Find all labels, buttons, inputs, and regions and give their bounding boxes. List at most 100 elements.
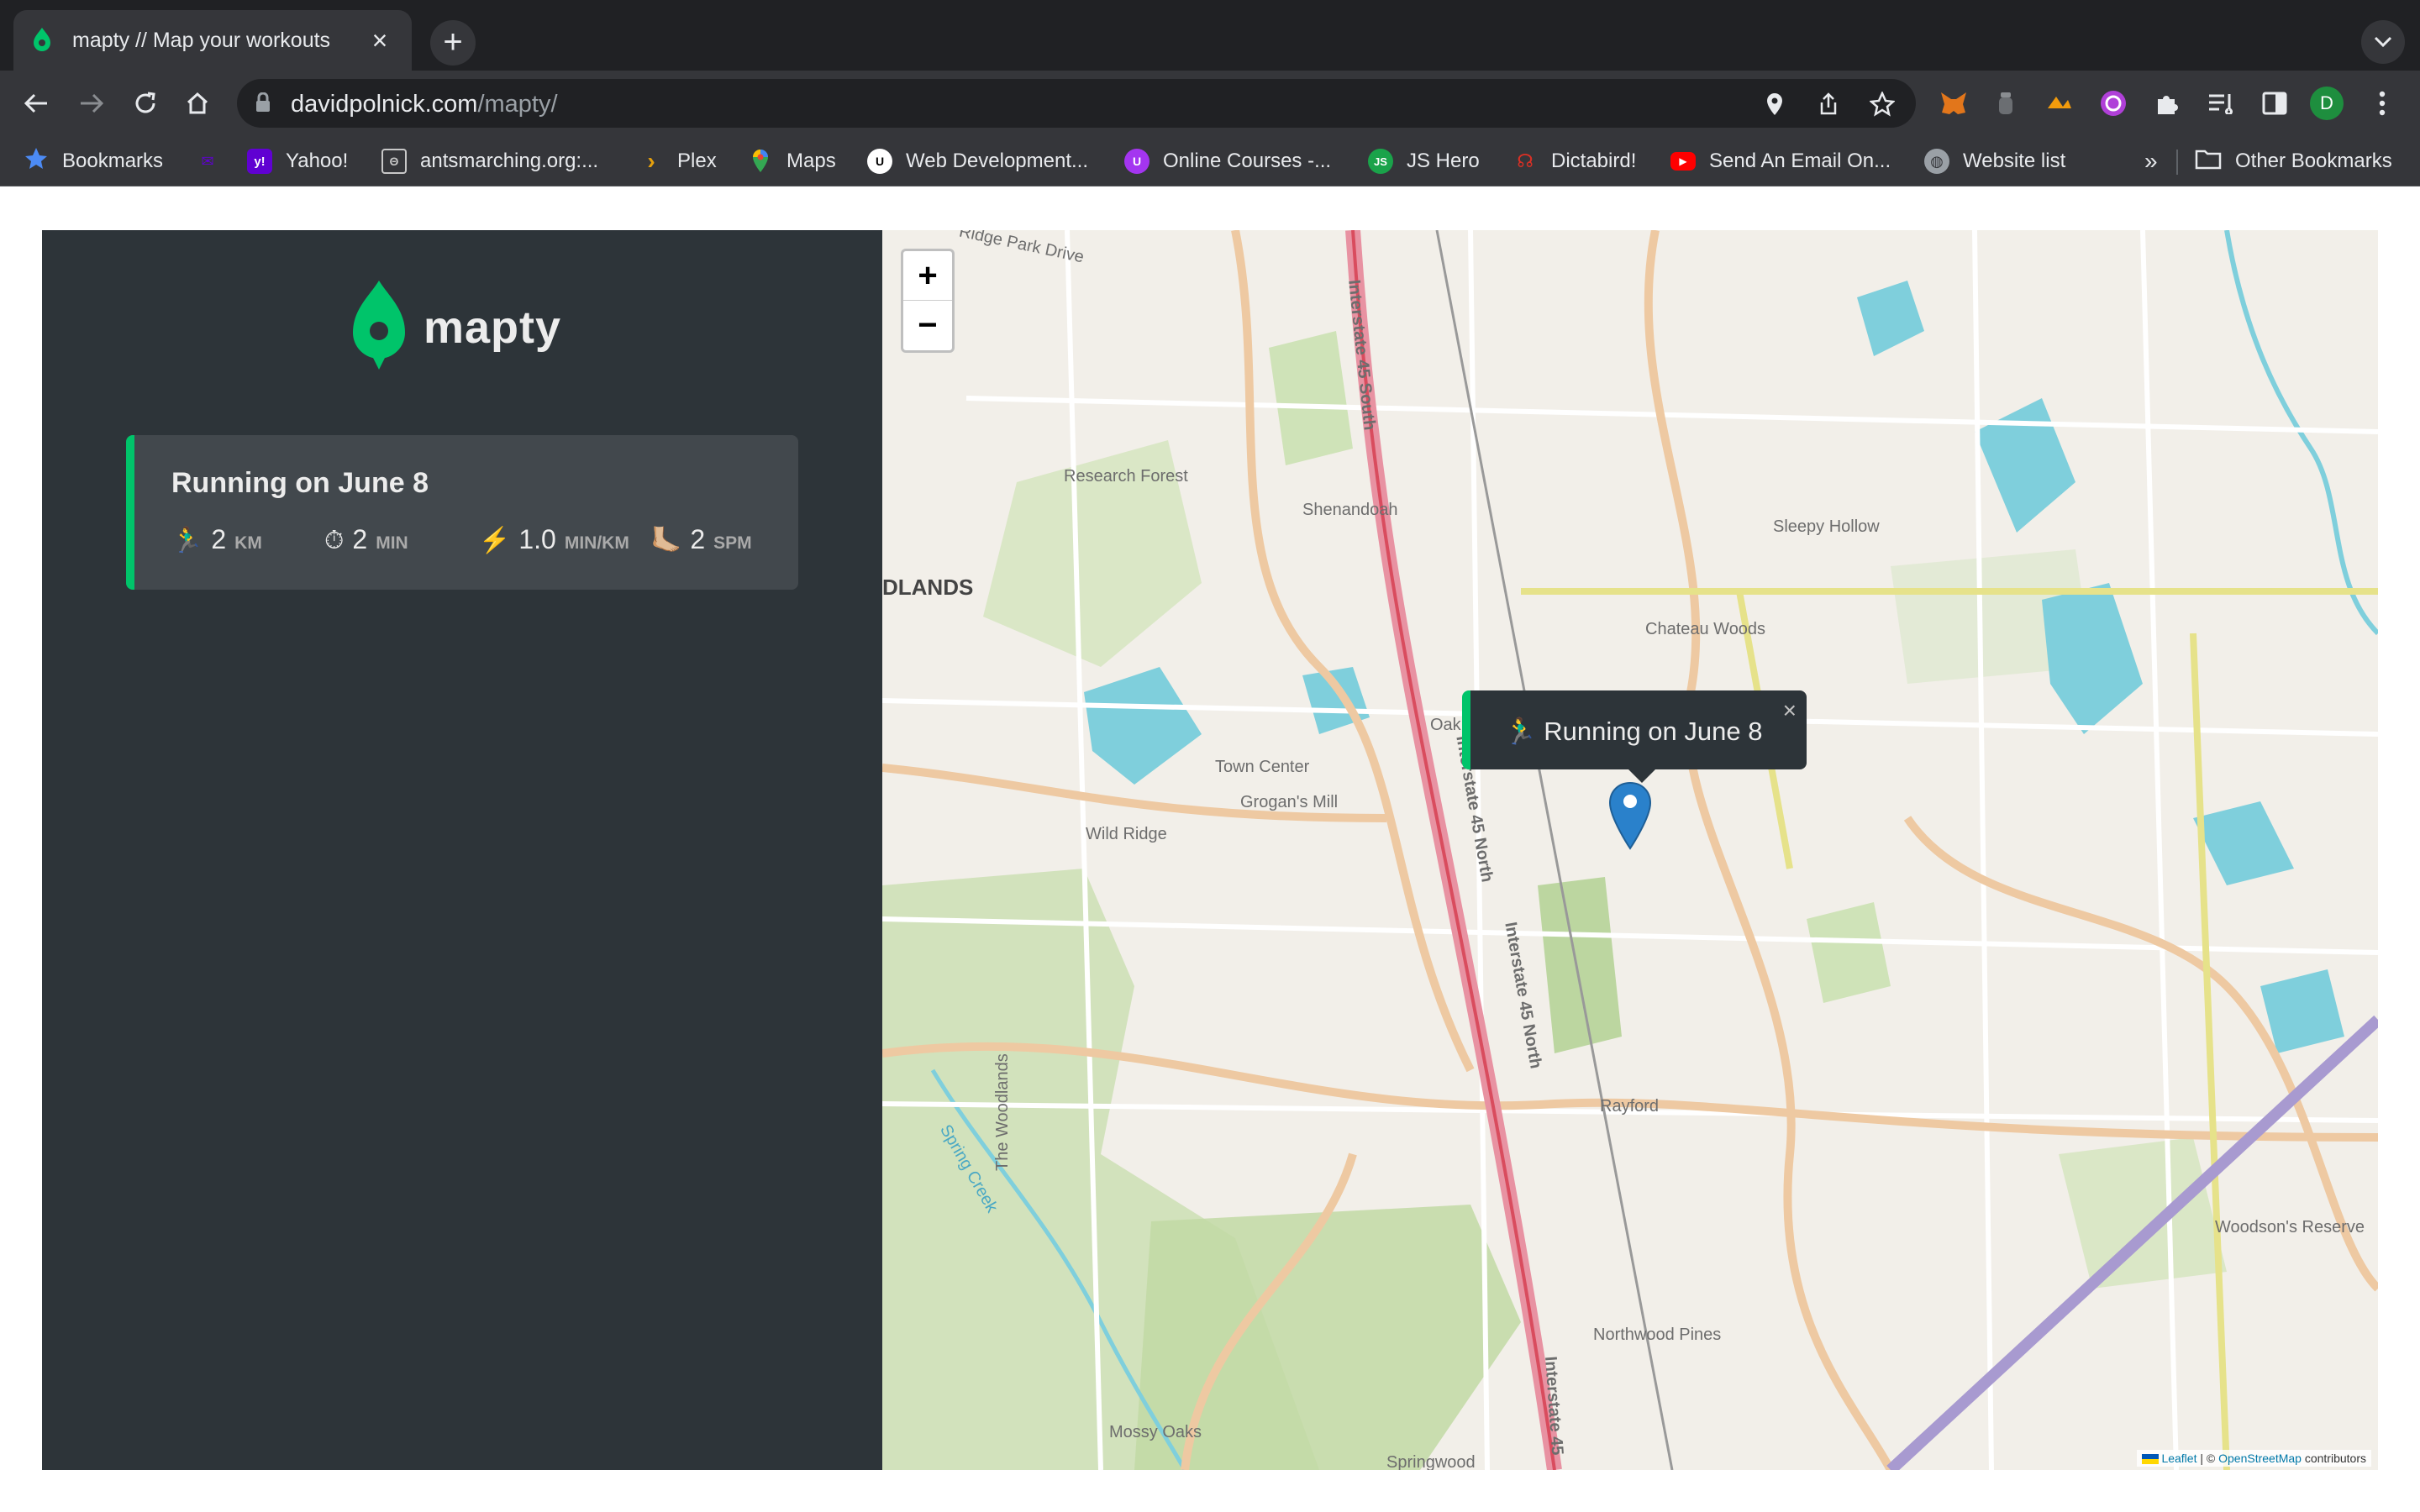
more-vert-icon[interactable] [2365, 86, 2400, 121]
distance-unit: KM [234, 533, 262, 553]
bookmark-website-list[interactable]: ◍ Website list [1924, 144, 2065, 178]
workout-title: Running on June 8 [171, 467, 429, 499]
globe-icon: ◍ [1924, 149, 1949, 174]
bookmark-other-bookmarks[interactable]: Other Bookmarks [2195, 144, 2392, 178]
share-icon[interactable] [1813, 89, 1844, 119]
side-panel-icon[interactable] [2257, 86, 2292, 121]
more-bookmarks-chevron-icon[interactable]: » [2144, 144, 2158, 178]
jshero-icon: JS [1368, 149, 1393, 174]
bookmark-bookmarks[interactable]: Bookmarks [24, 144, 163, 178]
extension-purple-icon[interactable] [2096, 86, 2131, 121]
duration-value: 2 [352, 524, 368, 554]
profile-initial: D [2310, 87, 2344, 120]
map-label: DLANDS [882, 575, 974, 600]
runner-icon: 🏃‍♂️ [171, 527, 203, 554]
extension-jar-icon[interactable] [1988, 86, 2023, 121]
map-label: Town Center [1215, 758, 1310, 776]
profile-avatar[interactable]: D [2309, 86, 2344, 121]
leaflet-link[interactable]: Leaflet [2161, 1452, 2196, 1465]
back-arrow-icon[interactable] [15, 82, 57, 124]
dictabird-icon: ☊ [1517, 150, 1534, 171]
browser-toolbar: davidpolnick.com/mapty/ D [0, 71, 2420, 136]
map-label: Shenandoah [1302, 501, 1398, 519]
pace-value: 1.0 [518, 524, 556, 554]
yahoo-mail-icon: ✉ [201, 152, 214, 170]
lock-icon[interactable] [255, 92, 271, 117]
bookmark-yahoo-mail[interactable]: ✉ [195, 144, 234, 178]
bookmarks-divider [2176, 150, 2178, 175]
reload-icon[interactable] [124, 82, 166, 124]
duration-unit: MIN [376, 533, 408, 553]
extension-orange-icon[interactable] [2042, 86, 2077, 121]
antsmarching-icon: Θ [381, 149, 407, 174]
yahoo-icon: y! [247, 149, 272, 174]
star-icon [24, 146, 49, 177]
bookmark-js-hero[interactable]: JS JS Hero [1368, 144, 1480, 178]
bookmark-dictabird[interactable]: ☊ Dictabird! [1512, 144, 1636, 178]
tab-search-chevron-down-icon[interactable] [2361, 20, 2405, 64]
new-tab-button[interactable]: + [430, 20, 476, 66]
tab-close-icon[interactable]: × [365, 25, 395, 56]
popup-text: 🏃‍♂️ Running on June 8 [1504, 717, 1763, 746]
tab-title: mapty // Map your workouts [72, 28, 331, 52]
address-bar[interactable]: davidpolnick.com/mapty/ [237, 79, 1916, 128]
map-label: Rayford [1600, 1097, 1660, 1116]
bookmark-send-an-email[interactable]: ▶ Send An Email On... [1670, 144, 1891, 178]
zoom-out-button[interactable]: − [903, 301, 952, 350]
location-pin-icon[interactable] [1760, 89, 1790, 119]
udemy-icon: U [867, 149, 892, 174]
bookmark-yahoo[interactable]: y! Yahoo! [247, 144, 348, 178]
ukraine-flag-icon [2141, 1454, 2159, 1465]
pace-unit: MIN/KM [564, 533, 629, 553]
cadence-unit: SPM [713, 533, 752, 553]
bookmark-star-icon[interactable] [1867, 89, 1897, 119]
map-label: Sleepy Hollow [1773, 517, 1880, 536]
lightning-icon: ⚡️ [479, 527, 511, 554]
app-logo: mapty [353, 281, 561, 374]
map-label: Woodson's Reserve [2215, 1218, 2365, 1236]
udemy-icon: U [1124, 149, 1150, 174]
youtube-icon: ▶ [1670, 152, 1696, 171]
bookmark-plex[interactable]: › Plex [639, 144, 716, 178]
browser-tab-active[interactable]: mapty // Map your workouts × [13, 10, 412, 71]
distance-value: 2 [211, 524, 227, 554]
map-attribution: Leaflet | © OpenStreetMap contributors [2136, 1450, 2371, 1467]
bookmark-web-development[interactable]: U Web Development... [867, 144, 1088, 178]
map-label: Springwood [1386, 1453, 1476, 1470]
bookmark-online-courses[interactable]: U Online Courses -... [1124, 144, 1331, 178]
map-label: Northwood Pines [1593, 1326, 1722, 1344]
workout-card-running[interactable]: Running on June 8 🏃‍♂️ 2 KM ⏱ 2 MIN ⚡️ 1… [126, 435, 798, 590]
map-marker-icon[interactable] [1608, 781, 1652, 854]
metamask-extension-icon[interactable] [1936, 86, 1971, 121]
map-label: Grogan's Mill [1240, 793, 1339, 811]
sidebar: mapty Running on June 8 🏃‍♂️ 2 KM ⏱ 2 MI… [42, 230, 882, 1470]
map-label: Wild Ridge [1086, 825, 1167, 843]
stopwatch-icon: ⏱ [324, 527, 345, 554]
reading-list-icon[interactable] [2203, 86, 2238, 121]
mapty-logo-pin-icon [353, 281, 405, 374]
zoom-control: + − [901, 249, 955, 353]
workout-pace: ⚡️ 1.0 MIN/KM [479, 524, 629, 555]
cadence-value: 2 [690, 524, 706, 554]
map-label: Mossy Oaks [1109, 1423, 1202, 1441]
workout-distance: 🏃‍♂️ 2 KM [171, 524, 262, 555]
foot-icon: 🦶🏼 [650, 527, 682, 554]
bookmark-antsmarching[interactable]: Θ antsmarching.org:... [381, 144, 598, 178]
bookmarks-bar: Bookmarks ✉ y! Yahoo! Θ antsmarching.org… [0, 136, 2420, 186]
map-label: Research Forest [1064, 467, 1188, 486]
openstreetmap-link[interactable]: OpenStreetMap [2218, 1452, 2302, 1465]
map-label: Oak [1430, 716, 1461, 734]
popup-close-button[interactable]: × [1783, 697, 1797, 724]
forward-arrow-icon[interactable] [71, 82, 113, 124]
browser-tab-strip: mapty // Map your workouts × + [0, 0, 2420, 71]
zoom-in-button[interactable]: + [903, 251, 952, 301]
mapty-favicon-icon [30, 26, 54, 55]
map[interactable]: Research Forest Shenandoah Sleepy Hollow… [882, 230, 2378, 1470]
bookmark-maps[interactable]: Maps [748, 144, 836, 178]
workout-duration: ⏱ 2 MIN [324, 524, 408, 555]
home-icon[interactable] [176, 82, 218, 124]
folder-icon [2195, 148, 2222, 176]
workout-popup[interactable]: 🏃‍♂️ Running on June 8 × [1462, 690, 1807, 783]
extensions-puzzle-icon[interactable] [2149, 86, 2185, 121]
maps-icon [748, 149, 773, 174]
